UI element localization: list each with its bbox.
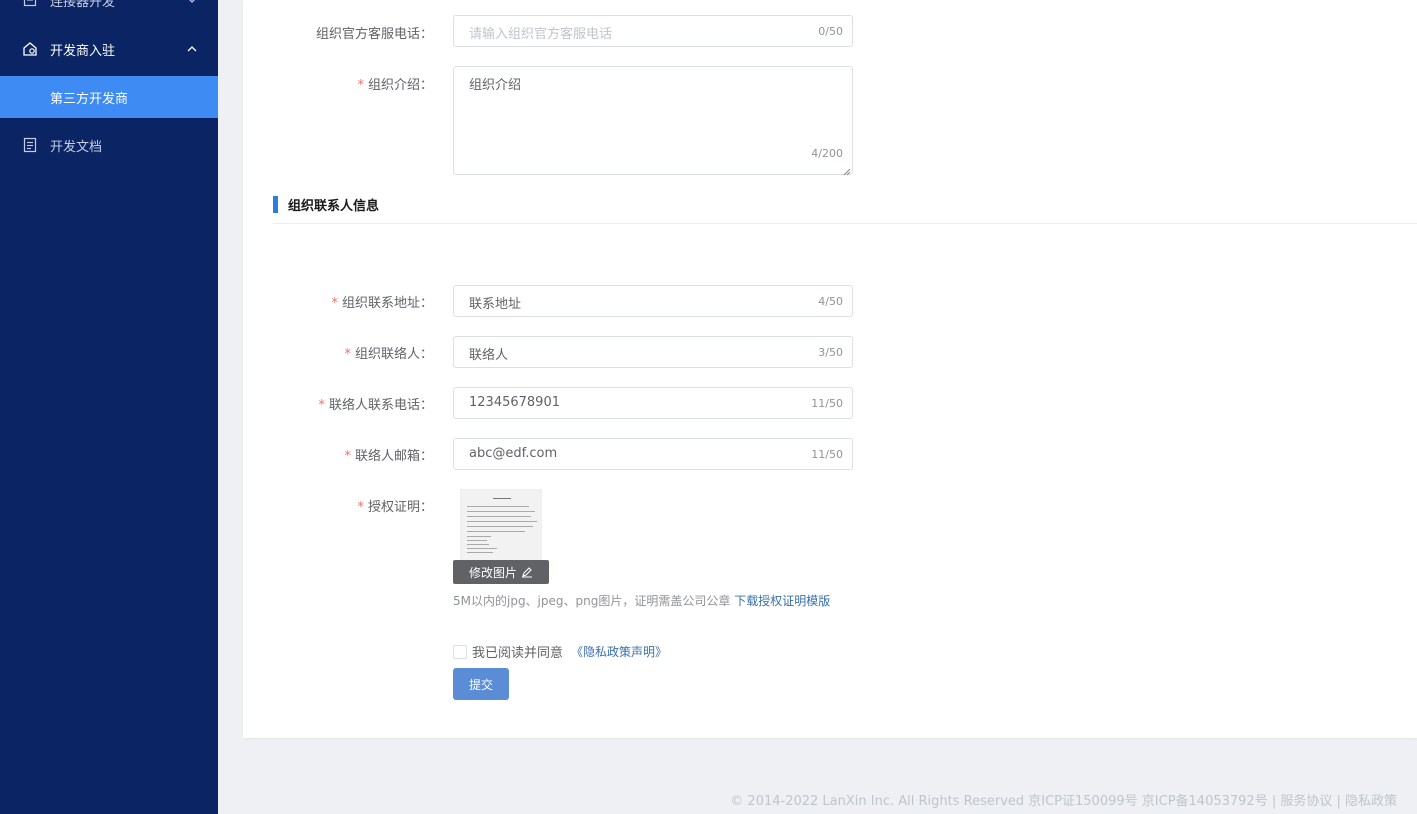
sidebar-item-connector-dev[interactable]: 连接器开发 [0,0,218,21]
contact-label: * 组织联络人： [344,343,433,362]
address-input[interactable]: 联系地址 4/50 [453,285,853,317]
auth-label: * 授权证明： [357,496,433,515]
service-phone-placeholder: 请输入组织官方客服电话 [469,27,613,42]
sidebar-item-developer-onboarding[interactable]: 开发商入驻 [0,28,218,70]
sidebar-item-label: 开发商入驻 [50,43,116,59]
edit-image-button[interactable]: 修改图片 [453,560,549,584]
agree-checkbox[interactable] [453,644,467,659]
char-count: 4/200 [811,147,843,160]
required-mark: * [344,347,351,362]
address-label-text: 组织联系地址： [341,296,433,311]
agree-text: 我已阅读并同意 [472,646,564,661]
auth-image-thumbnail[interactable] [460,489,542,561]
upload-hint: 5M以内的jpg、jpeg、png图片，证明需盖公司公章 下载授权证明模版 [453,592,830,609]
char-count: 0/50 [818,25,843,38]
divider [273,223,1417,224]
sidebar-item-label: 开发文档 [50,139,103,155]
sidebar-item-dev-docs[interactable]: 开发文档 [0,124,218,166]
intro-label-text: 组织介绍： [367,78,433,93]
upload-hint-text: 5M以内的jpg、jpeg、png图片，证明需盖公司公章 [453,594,731,608]
contact-label-text: 组织联络人： [354,347,433,362]
footer-copyright: © 2014-2022 LanXin Inc. All Rights Reser… [730,794,1397,809]
intro-value: 组织介绍 [469,78,522,93]
resize-handle-icon[interactable] [843,165,851,176]
pencil-icon [521,566,533,578]
address-value: 联系地址 [469,297,522,312]
home-gear-icon [22,41,38,57]
email-label-text: 联络人邮箱： [354,449,433,464]
privacy-policy-link[interactable]: 《隐私政策声明》 [571,643,667,660]
sidebar-item-label: 连接器开发 [50,0,116,10]
char-count: 11/50 [811,448,843,461]
download-template-link[interactable]: 下载授权证明模版 [734,594,830,608]
contact-phone-value: 12345678901 [469,395,560,410]
section-title-text: 组织联系人信息 [288,198,380,214]
required-mark: * [357,500,364,515]
contact-phone-label: * 联络人联系电话： [318,394,433,413]
chevron-down-icon [186,0,198,6]
required-mark: * [357,78,364,93]
intro-textarea[interactable]: 组织介绍 4/200 [453,66,853,176]
email-label: * 联络人邮箱： [344,445,433,464]
char-count: 3/50 [818,346,843,359]
contact-phone-input[interactable]: 12345678901 11/50 [453,387,853,419]
section-title: 组织联系人信息 [273,195,380,214]
agreement-row: 我已阅读并同意 《隐私政策声明》 [453,642,667,661]
intro-label: * 组织介绍： [357,74,433,93]
edit-image-label: 修改图片 [469,565,518,580]
section-accent-bar [273,195,278,213]
document-icon [22,137,38,153]
required-mark: * [344,449,351,464]
submit-button[interactable]: 提交 [453,668,509,700]
service-phone-input[interactable]: 请输入组织官方客服电话 0/50 [453,15,853,47]
sidebar-item-label: 第三方开发商 [50,91,129,107]
char-count: 4/50 [818,295,843,308]
char-count: 11/50 [811,397,843,410]
service-phone-label: 组织官方客服电话： [315,27,433,42]
address-label: * 组织联系地址： [331,292,433,311]
contact-input[interactable]: 联络人 3/50 [453,336,853,368]
contact-phone-label-text: 联络人联系电话： [328,398,433,413]
chevron-up-icon [186,43,198,55]
contact-value: 联络人 [469,348,509,363]
email-input[interactable]: abc@edf.com 11/50 [453,438,853,470]
required-mark: * [318,398,325,413]
sidebar: 连接器开发 开发商入驻 第三方开发商 开发文档 [0,0,218,814]
sidebar-item-third-party-developer[interactable]: 第三方开发商 [0,76,218,118]
required-mark: * [331,296,338,311]
auth-label-text: 授权证明： [367,500,433,515]
doc-box-icon [22,0,38,8]
email-value: abc@edf.com [469,446,558,461]
